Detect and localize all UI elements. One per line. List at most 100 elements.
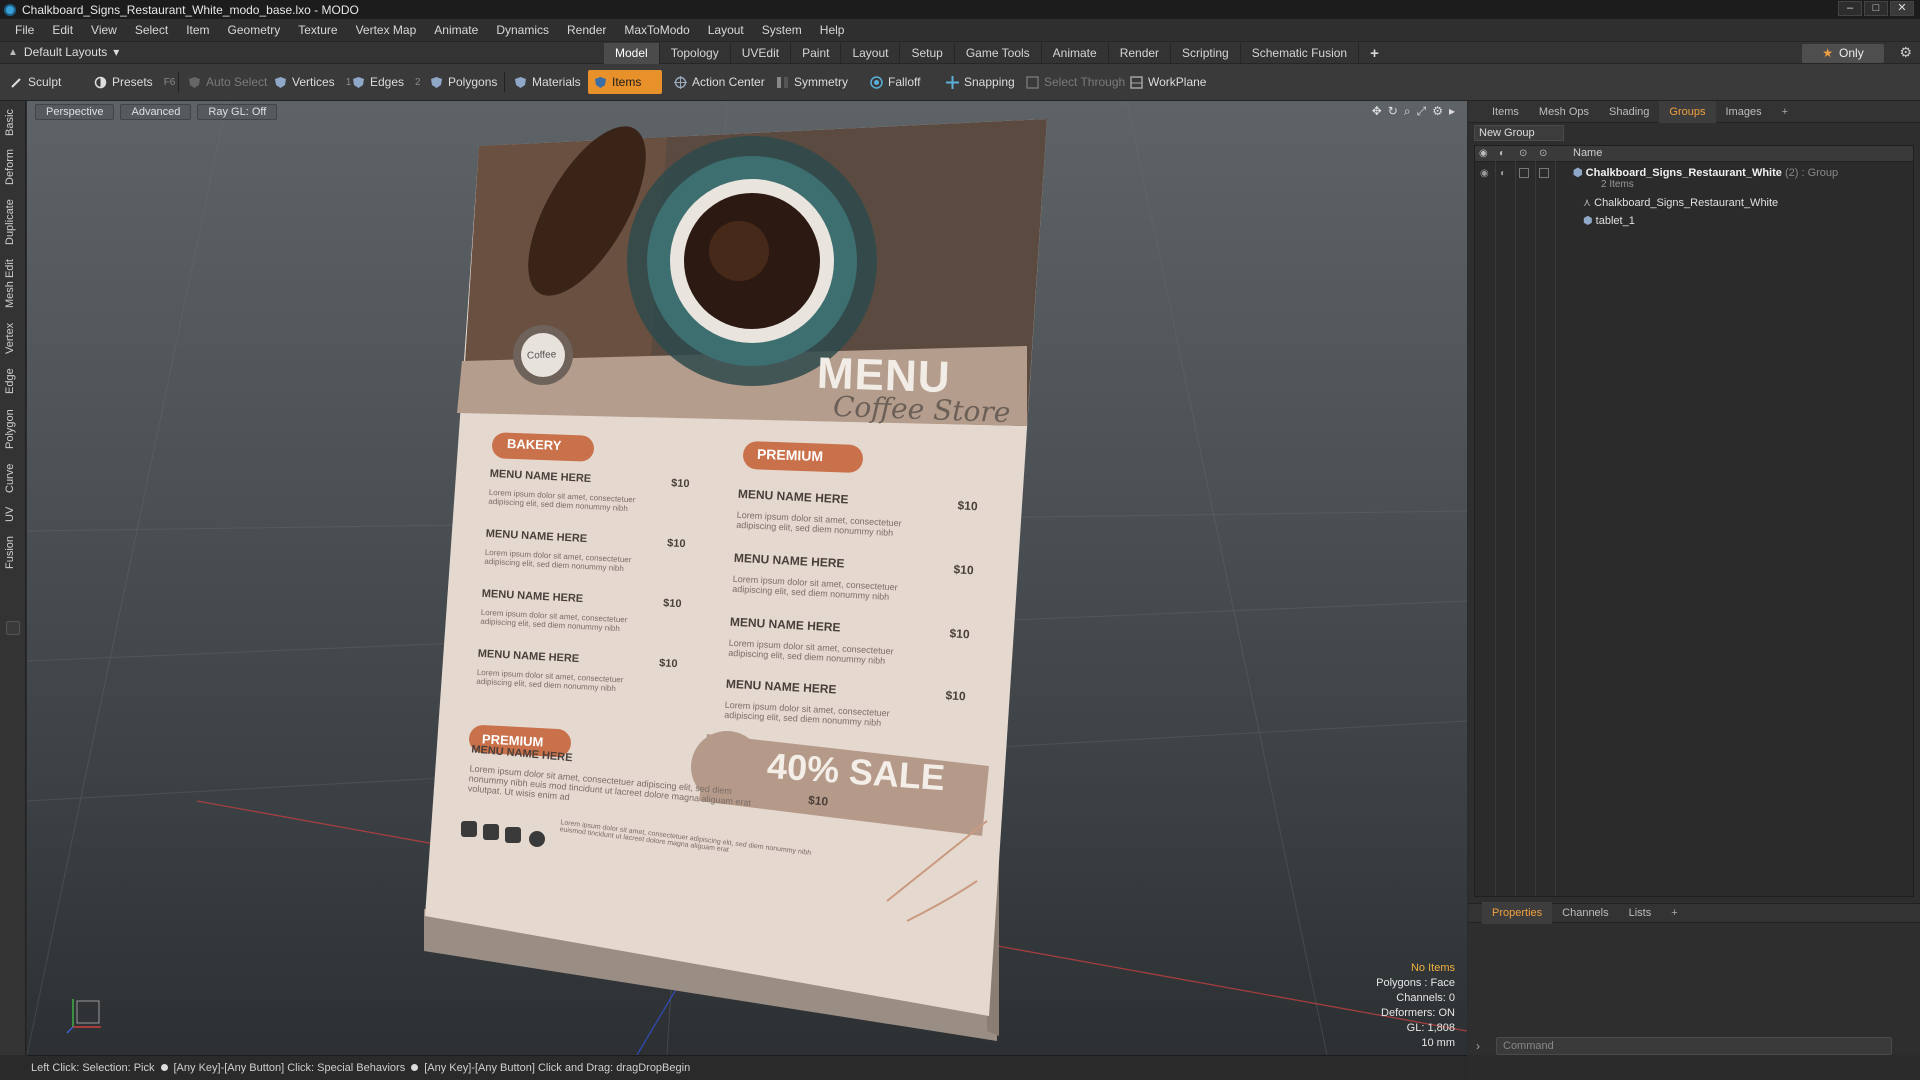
tab-items[interactable]: Items xyxy=(1482,101,1529,123)
auto-select-button[interactable]: Auto Select xyxy=(182,70,273,94)
tab-vertex[interactable]: Vertex xyxy=(4,319,22,357)
edges-button[interactable]: Edges 2 xyxy=(346,70,427,94)
action-center-button[interactable]: Action Center xyxy=(668,70,771,94)
presets-button[interactable]: Presets F6 xyxy=(88,70,181,94)
polygons-icon xyxy=(431,76,442,88)
tab-polygon[interactable]: Polygon xyxy=(4,405,22,453)
menu-render[interactable]: Render xyxy=(558,19,615,41)
eye-icon[interactable]: ◉ xyxy=(1479,148,1488,159)
polygons-button[interactable]: Polygons xyxy=(424,70,503,94)
menu-view[interactable]: View xyxy=(82,19,126,41)
action-center-label: Action Center xyxy=(692,75,765,89)
menu-texture[interactable]: Texture xyxy=(289,19,346,41)
items-button[interactable]: Items xyxy=(588,70,662,94)
palette-toggle-icon[interactable] xyxy=(6,621,20,635)
raygl-toggle[interactable]: Ray GL: Off xyxy=(197,104,278,120)
viewport-nav-icons: ✥ ↻ ⌕ ⤢ ⚙ ▸ xyxy=(1372,104,1455,119)
menu-layout[interactable]: Layout xyxy=(699,19,753,41)
menu-geometry[interactable]: Geometry xyxy=(219,19,290,41)
menu-vertex-map[interactable]: Vertex Map xyxy=(347,19,426,41)
vertices-button[interactable]: Vertices 1 xyxy=(268,70,357,94)
tab-duplicate[interactable]: Duplicate xyxy=(4,195,22,249)
tab-topology[interactable]: Topology xyxy=(660,43,731,64)
tab-scripting[interactable]: Scripting xyxy=(1171,43,1241,64)
tab-mesh-ops[interactable]: Mesh Ops xyxy=(1529,101,1599,123)
select-through-button[interactable]: Select Through xyxy=(1020,70,1131,94)
row-render-icon[interactable]: ◐ xyxy=(1500,168,1506,179)
tab-shading[interactable]: Shading xyxy=(1599,101,1659,123)
zoom-view-icon[interactable]: ⌕ xyxy=(1404,104,1411,119)
menu-select[interactable]: Select xyxy=(126,19,177,41)
tab-uv[interactable]: UV xyxy=(4,503,22,525)
tab-channels[interactable]: Channels xyxy=(1552,902,1618,924)
tab-setup[interactable]: Setup xyxy=(900,43,955,64)
row-select-checkbox[interactable] xyxy=(1539,168,1549,178)
only-button[interactable]: ★ Only xyxy=(1802,44,1884,63)
group-child-row[interactable]: ⬢ tablet_1 xyxy=(1583,214,1635,227)
tab-deform[interactable]: Deform xyxy=(4,147,22,187)
new-group-button[interactable]: New Group xyxy=(1474,125,1564,141)
add-panel-tab-icon[interactable]: + xyxy=(1772,101,1798,123)
expand-arrow-icon[interactable]: ▸ xyxy=(1449,104,1455,119)
menu-help[interactable]: Help xyxy=(811,19,854,41)
menu-system[interactable]: System xyxy=(753,19,811,41)
shading-mode-dropdown[interactable]: Advanced xyxy=(120,104,192,120)
row-lock-checkbox[interactable] xyxy=(1519,168,1529,178)
render-icon[interactable]: ◐ xyxy=(1499,148,1505,159)
tab-uvedit[interactable]: UVEdit xyxy=(731,43,792,64)
row-visibility-icon[interactable]: ◉ xyxy=(1480,168,1489,179)
tab-images[interactable]: Images xyxy=(1716,101,1772,123)
tab-edge[interactable]: Edge xyxy=(4,365,22,397)
menu-item[interactable]: Item xyxy=(177,19,218,41)
layouts-dropdown[interactable]: ▲ Default Layouts ▾ xyxy=(8,45,119,59)
tab-layout[interactable]: Layout xyxy=(841,43,901,64)
tab-schematic-fusion[interactable]: Schematic Fusion xyxy=(1241,43,1360,64)
select-icon[interactable]: ⊙ xyxy=(1539,148,1547,159)
tab-model[interactable]: Model xyxy=(604,43,660,64)
tab-basic[interactable]: Basic xyxy=(4,107,22,139)
menu-animate[interactable]: Animate xyxy=(425,19,487,41)
group-row[interactable]: ⬢ Chalkboard_Signs_Restaurant_White (2) … xyxy=(1573,166,1838,179)
move-view-icon[interactable]: ✥ xyxy=(1372,104,1382,119)
sculpt-button[interactable]: Sculpt xyxy=(4,70,67,94)
workplane-button[interactable]: WorkPlane xyxy=(1124,70,1212,94)
properties-tabs: Properties Channels Lists + xyxy=(1468,902,1920,924)
tab-render[interactable]: Render xyxy=(1109,43,1172,64)
close-icon[interactable]: ✕ xyxy=(1890,1,1914,16)
tab-lists[interactable]: Lists xyxy=(1619,902,1662,924)
falloff-button[interactable]: Falloff xyxy=(864,70,926,94)
gear-icon[interactable]: ⚙ xyxy=(1899,44,1912,61)
select-through-icon xyxy=(1026,75,1039,89)
column-divider xyxy=(1515,146,1516,896)
tool-row: Sculpt Presets F6 Auto Select Vertices 1… xyxy=(0,64,1920,101)
add-tab-icon[interactable]: + xyxy=(1359,43,1390,64)
menu-dynamics[interactable]: Dynamics xyxy=(487,19,558,41)
tab-paint[interactable]: Paint xyxy=(791,43,842,64)
group-child-row[interactable]: ⋏ Chalkboard_Signs_Restaurant_White xyxy=(1583,196,1778,209)
tab-properties[interactable]: Properties xyxy=(1482,902,1553,924)
rotate-view-icon[interactable]: ↻ xyxy=(1388,104,1398,119)
group-name: Chalkboard_Signs_Restaurant_White xyxy=(1585,167,1782,179)
symmetry-button[interactable]: Symmetry xyxy=(770,70,854,94)
maximize-icon[interactable]: □ xyxy=(1864,1,1888,16)
3d-viewport[interactable]: Coffee MENU Coffee Store BAKERY PREMIUM … xyxy=(27,101,1467,1055)
lock-icon[interactable]: ⊙ xyxy=(1519,148,1527,159)
minimize-icon[interactable]: – xyxy=(1838,1,1862,16)
materials-button[interactable]: Materials xyxy=(508,70,587,94)
tab-game-tools[interactable]: Game Tools xyxy=(955,43,1042,64)
menu-edit[interactable]: Edit xyxy=(43,19,82,41)
layouts-label: Default Layouts xyxy=(23,45,108,59)
view-mode-dropdown[interactable]: Perspective xyxy=(35,104,115,120)
menu-maxtomodo[interactable]: MaxToModo xyxy=(615,19,698,41)
tab-mesh-edit[interactable]: Mesh Edit xyxy=(4,257,22,311)
menu-file[interactable]: File xyxy=(6,19,43,41)
tab-animate[interactable]: Animate xyxy=(1042,43,1109,64)
command-input[interactable]: Command xyxy=(1496,1037,1892,1055)
add-properties-tab-icon[interactable]: + xyxy=(1661,902,1687,924)
tab-fusion[interactable]: Fusion xyxy=(4,533,22,571)
tab-groups[interactable]: Groups xyxy=(1659,100,1716,123)
tab-curve[interactable]: Curve xyxy=(4,461,22,495)
viewport-gear-icon[interactable]: ⚙ xyxy=(1432,104,1443,119)
snapping-button[interactable]: Snapping xyxy=(940,70,1021,94)
fit-view-icon[interactable]: ⤢ xyxy=(1417,104,1427,119)
